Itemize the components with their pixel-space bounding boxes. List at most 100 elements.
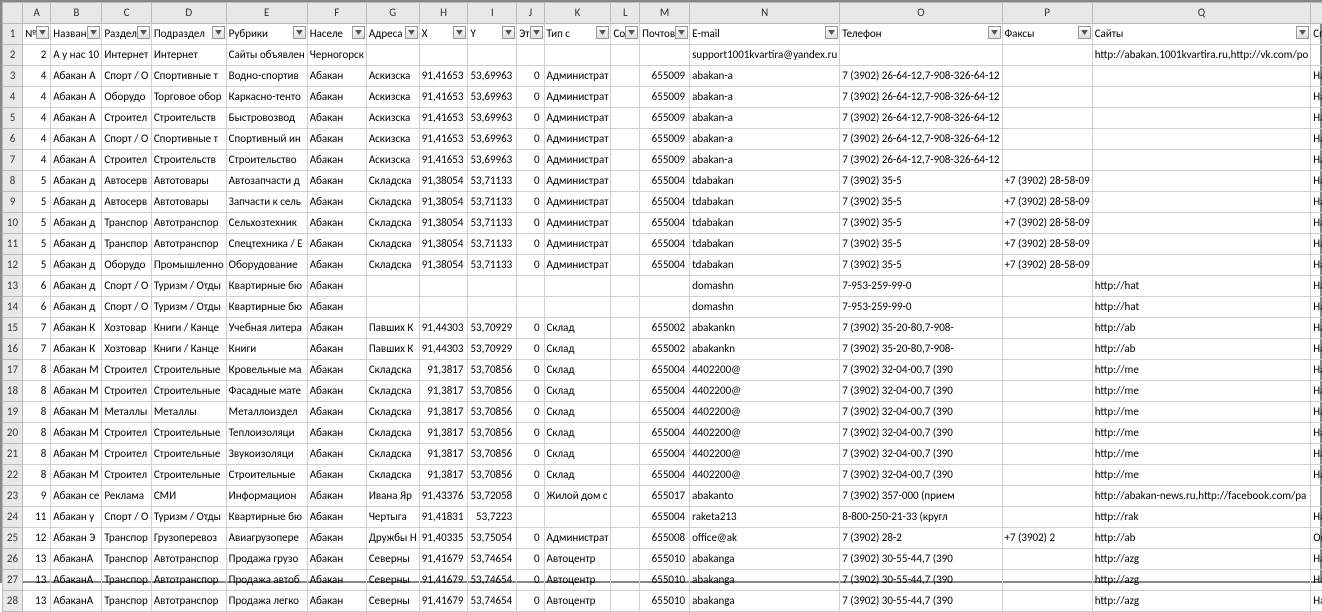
cell[interactable]: Строител — [102, 108, 151, 129]
cell[interactable]: 53,74654 — [468, 591, 517, 612]
cell[interactable] — [544, 507, 611, 528]
cell[interactable] — [611, 45, 640, 66]
cell[interactable]: 4402200@ — [690, 423, 840, 444]
header-Назван[interactable]: Назван — [51, 24, 102, 45]
cell[interactable]: 7 (3902) 30-55-44,7 (390 — [840, 591, 1002, 612]
cell[interactable]: Администрат — [544, 87, 611, 108]
cell[interactable] — [366, 297, 419, 318]
cell[interactable]: raketa213 — [690, 507, 840, 528]
row-num[interactable]: 28 — [3, 591, 23, 612]
cell[interactable]: Спорт / О — [102, 297, 151, 318]
cell[interactable]: Учебная литера — [226, 318, 307, 339]
cell[interactable]: Автоцентр — [544, 591, 611, 612]
cell[interactable]: 53,74654 — [468, 570, 517, 591]
cell[interactable] — [1311, 45, 1322, 66]
cell[interactable] — [611, 234, 640, 255]
cell[interactable]: Автоцентр — [544, 570, 611, 591]
cell[interactable]: Абакан — [307, 108, 366, 129]
cell[interactable]: Наличный расчет, Оплата через бан — [1311, 381, 1322, 402]
filter-dropdown-icon[interactable] — [352, 26, 365, 39]
cell[interactable]: Абакан — [307, 276, 366, 297]
cell[interactable] — [468, 45, 517, 66]
cell[interactable]: 9 — [23, 486, 51, 507]
cell[interactable]: 4402200@ — [690, 402, 840, 423]
cell[interactable]: abakan-a — [690, 129, 840, 150]
cell[interactable]: Водно-спортив — [226, 66, 307, 87]
cell[interactable] — [1311, 486, 1322, 507]
spreadsheet-grid[interactable]: A B C D E F G H I J K L M N O P Q R S T … — [2, 2, 1322, 612]
cell[interactable]: Абакан — [307, 192, 366, 213]
cell[interactable]: АбаканА — [51, 591, 102, 612]
cell[interactable]: Наличный расчет, Оплата через бан — [1311, 192, 1322, 213]
cell[interactable]: 7 (3902) 35-5 — [840, 192, 1002, 213]
cell[interactable]: Грузоперевоз — [151, 528, 226, 549]
col-A[interactable]: A — [23, 3, 51, 24]
cell[interactable]: Книги — [226, 339, 307, 360]
cell[interactable]: 655010 — [640, 570, 690, 591]
cell[interactable]: Информацион — [226, 486, 307, 507]
cell[interactable]: Абакан А — [51, 87, 102, 108]
cell[interactable]: 655009 — [640, 87, 690, 108]
cell[interactable]: Абакан у — [51, 507, 102, 528]
cell[interactable]: Абакан А — [51, 108, 102, 129]
cell[interactable]: abakanto — [690, 486, 840, 507]
cell[interactable]: 53,69963 — [468, 108, 517, 129]
cell[interactable]: 7 (3902) 32-04-00,7 (390 — [840, 381, 1002, 402]
cell[interactable] — [611, 150, 640, 171]
cell[interactable]: Складска — [366, 255, 419, 276]
cell[interactable]: 91,3817 — [419, 444, 468, 465]
cell[interactable]: 7 (3902) 32-04-00,7 (390 — [840, 465, 1002, 486]
cell[interactable]: Абакан К — [51, 339, 102, 360]
row-num[interactable]: 22 — [3, 465, 23, 486]
cell[interactable]: Складска — [366, 213, 419, 234]
cell[interactable]: Абакан Э — [51, 528, 102, 549]
cell[interactable]: 8 — [23, 423, 51, 444]
cell[interactable]: 7 (3902) 32-04-00,7 (390 — [840, 360, 1002, 381]
header-Тип с[interactable]: Тип с — [544, 24, 611, 45]
cell[interactable]: Наличный расчет, Оплата через бан — [1311, 255, 1322, 276]
filter-dropdown-icon[interactable] — [596, 26, 609, 39]
cell[interactable]: Интернет — [151, 45, 226, 66]
cell[interactable] — [1092, 108, 1311, 129]
cell[interactable]: 7 — [23, 318, 51, 339]
filter-dropdown-icon[interactable] — [293, 26, 306, 39]
cell[interactable]: 655004 — [640, 360, 690, 381]
cell[interactable]: 5 — [23, 255, 51, 276]
cell[interactable]: 53,71133 — [468, 234, 517, 255]
cell[interactable]: Строител — [102, 150, 151, 171]
filter-dropdown-icon[interactable] — [212, 26, 225, 39]
cell[interactable]: Склад — [544, 339, 611, 360]
cell[interactable]: 7 (3902) 35-20-80,7-908- — [840, 339, 1002, 360]
row-num[interactable]: 10 — [3, 213, 23, 234]
cell[interactable]: abakanga — [690, 570, 840, 591]
cell[interactable]: 4402200@ — [690, 381, 840, 402]
cell[interactable]: Наличный расчет, Оплата через бан — [1311, 549, 1322, 570]
cell[interactable]: Каркасно-тенто — [226, 87, 307, 108]
cell[interactable]: http://ab — [1092, 339, 1311, 360]
cell[interactable]: Запчасти к сель — [226, 192, 307, 213]
cell[interactable]: 7 (3902) 26-64-12,7-908-326-64-12 — [840, 108, 1002, 129]
filter-dropdown-icon[interactable] — [675, 26, 688, 39]
cell[interactable]: 4402200@ — [690, 465, 840, 486]
cell[interactable]: 7 (3902) 35-5 — [840, 255, 1002, 276]
cell[interactable] — [611, 129, 640, 150]
cell[interactable]: http://azg — [1092, 570, 1311, 591]
cell[interactable] — [611, 465, 640, 486]
cell[interactable]: 5 — [23, 192, 51, 213]
col-R[interactable]: R — [1311, 3, 1322, 24]
col-C[interactable]: C — [102, 3, 151, 24]
cell[interactable]: +7 (3902) 2 — [1002, 528, 1092, 549]
cell[interactable]: +7 (3902) 28-58-09 — [1002, 234, 1092, 255]
cell[interactable]: Наличный расчет, Оплата через бан — [1311, 234, 1322, 255]
cell[interactable]: Абакан М — [51, 381, 102, 402]
cell[interactable]: 53,70856 — [468, 444, 517, 465]
cell[interactable]: Авиагрузопере — [226, 528, 307, 549]
cell[interactable]: Абакан М — [51, 444, 102, 465]
cell[interactable]: Абакан — [307, 66, 366, 87]
cell[interactable]: 7 (3902) 30-55-44,7 (390 — [840, 570, 1002, 591]
cell[interactable]: Транспор — [102, 234, 151, 255]
cell[interactable]: Абакан — [307, 444, 366, 465]
cell[interactable]: Абакан д — [51, 276, 102, 297]
cell[interactable]: 0 — [517, 402, 544, 423]
corner-cell[interactable] — [3, 3, 23, 24]
